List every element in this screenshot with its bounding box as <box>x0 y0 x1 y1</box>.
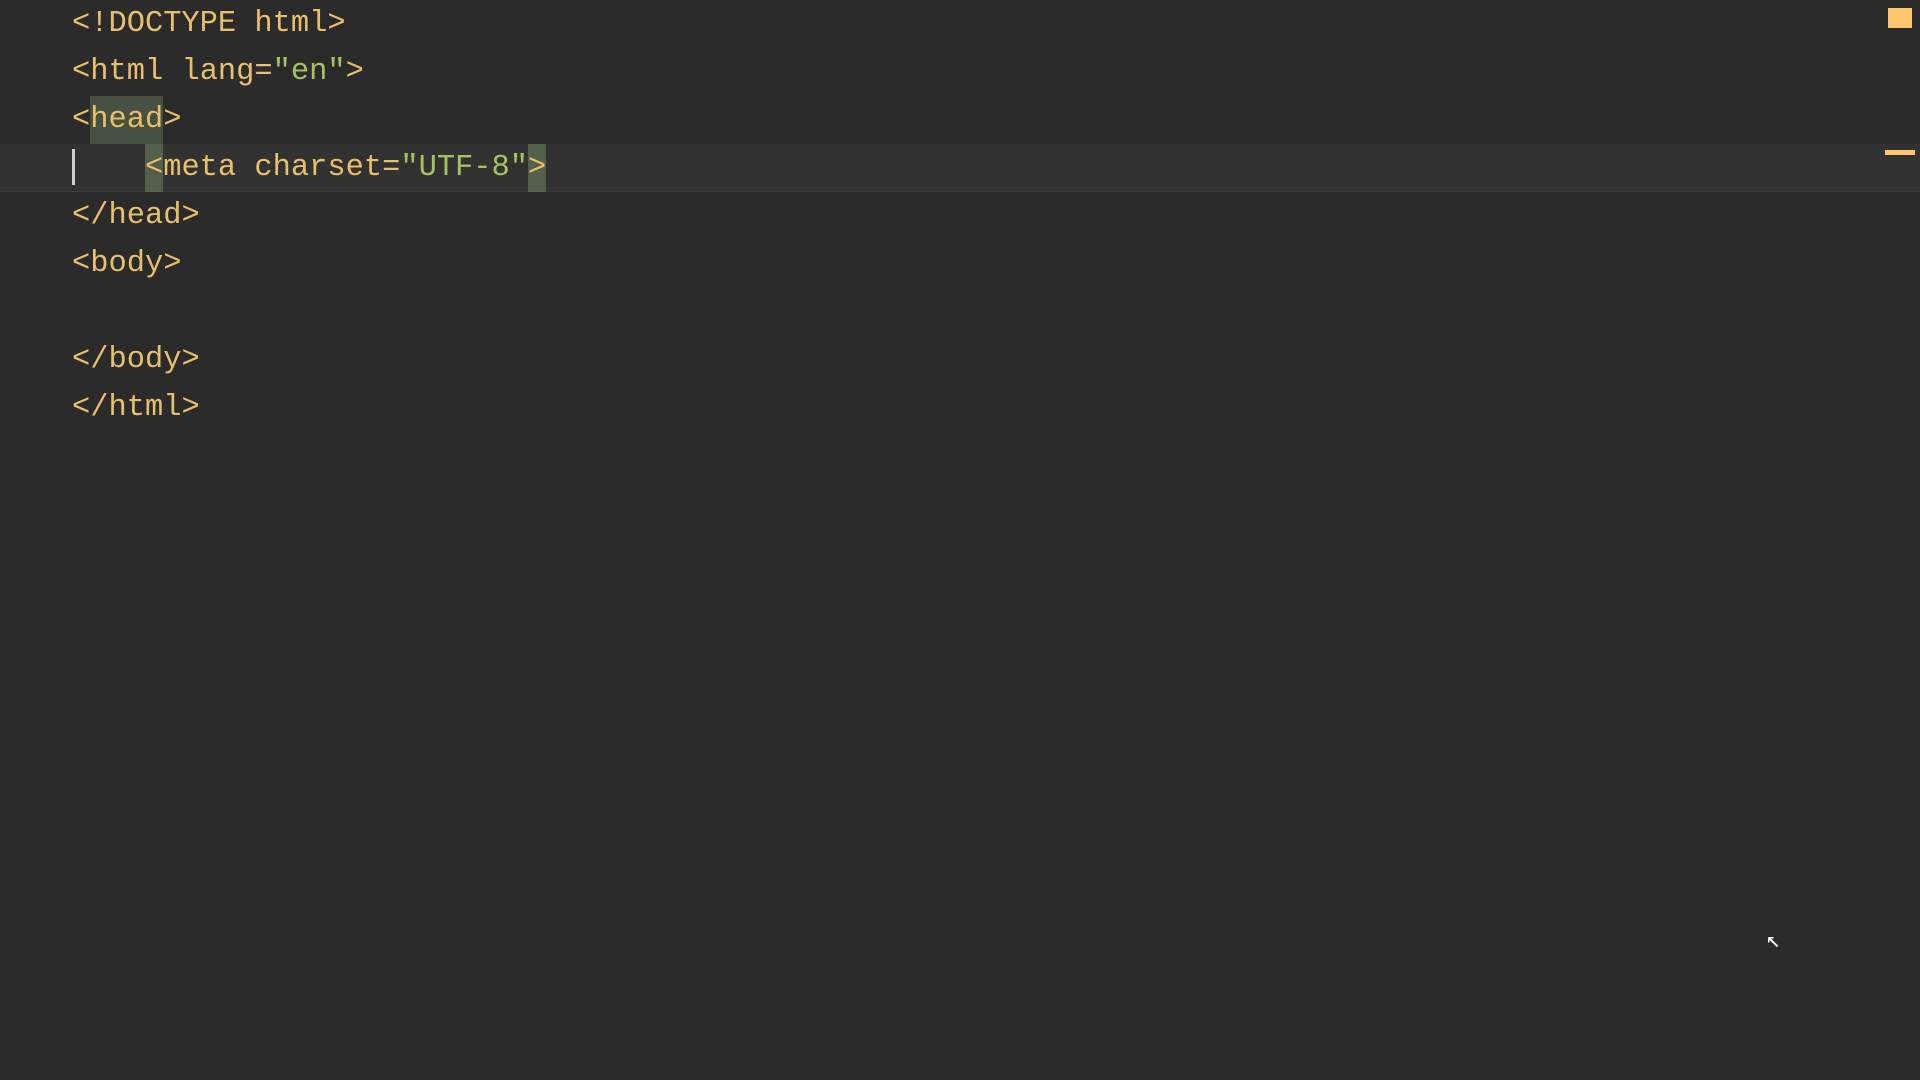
code-line[interactable]: <body> <box>0 240 1920 288</box>
string-value: en <box>291 55 327 89</box>
code-line-active[interactable]: <meta charset="UTF-8"> <box>0 144 1920 192</box>
tag-name: html <box>108 391 181 425</box>
doctype-close: > <box>327 7 345 41</box>
code-editor[interactable]: <!DOCTYPE html> <html lang="en"> <head> … <box>0 0 1920 1080</box>
tag-open-bracket: </ <box>72 391 108 425</box>
code-line[interactable] <box>0 288 1920 336</box>
mouse-cursor-icon: ↖ <box>1766 918 1780 966</box>
change-marker[interactable] <box>1885 150 1915 155</box>
tag-close-bracket: > <box>163 247 181 281</box>
string-quote: " <box>400 151 418 185</box>
string-quote: " <box>510 151 528 185</box>
tag-name: body <box>108 343 181 377</box>
attr-name: lang <box>181 55 254 89</box>
tag-name: html <box>90 55 163 89</box>
space <box>236 151 254 185</box>
space <box>163 55 181 89</box>
tag-name: body <box>90 247 163 281</box>
matched-bracket-highlight: > <box>528 144 546 192</box>
tag-open-bracket: </ <box>72 343 108 377</box>
tag-close-bracket: > <box>181 199 199 233</box>
doctype-text: DOCTYPE html <box>108 7 327 41</box>
tag-name: meta <box>163 151 236 185</box>
code-line[interactable]: </head> <box>0 192 1920 240</box>
equals: = <box>382 151 400 185</box>
code-line[interactable]: </body> <box>0 336 1920 384</box>
tag-close-bracket: > <box>181 391 199 425</box>
tag-open-bracket: < <box>72 247 90 281</box>
string-quote: " <box>327 55 345 89</box>
text-caret <box>72 149 75 185</box>
matched-tag-highlight: head <box>90 96 163 144</box>
tag-close-bracket: > <box>346 55 364 89</box>
matched-bracket-highlight: < <box>145 144 163 192</box>
tag-open-bracket: < <box>72 55 90 89</box>
tag-close-bracket: > <box>163 103 181 137</box>
code-line[interactable]: <head> <box>0 96 1920 144</box>
tag-open-bracket: < <box>72 103 90 137</box>
string-quote: " <box>273 55 291 89</box>
tag-open-bracket: </ <box>72 199 108 233</box>
attr-name: charset <box>254 151 382 185</box>
code-line[interactable]: <html lang="en"> <box>0 48 1920 96</box>
tag-close-bracket: > <box>181 343 199 377</box>
equals: = <box>254 55 272 89</box>
tag-name: head <box>108 199 181 233</box>
doctype-open: <! <box>72 7 108 41</box>
code-line[interactable]: <!DOCTYPE html> <box>0 0 1920 48</box>
string-value: UTF-8 <box>419 151 510 185</box>
scrollbar-marker[interactable] <box>1888 8 1912 28</box>
code-line[interactable]: </html> <box>0 384 1920 432</box>
indent <box>72 151 145 185</box>
